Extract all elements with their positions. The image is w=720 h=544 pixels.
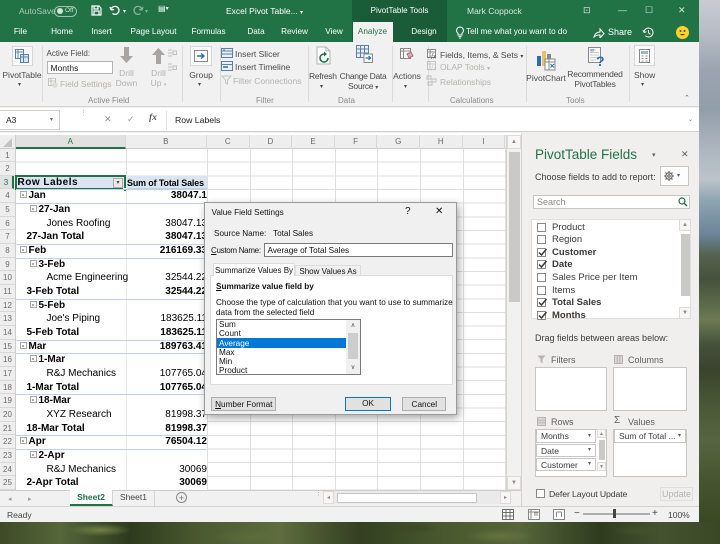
svg-text:fx: fx — [431, 65, 437, 72]
svg-text:?: ? — [596, 53, 605, 68]
svg-text:fx: fx — [431, 53, 437, 60]
